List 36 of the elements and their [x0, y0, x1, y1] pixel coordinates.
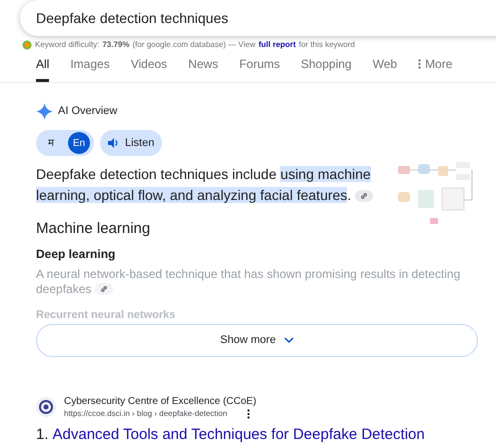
overview-title: AI Overview [58, 104, 118, 120]
show-more-button[interactable]: Show more [36, 324, 478, 356]
badge-icon [22, 40, 32, 50]
sparkle-icon [36, 103, 53, 120]
keyword-note: (for google.com database) — View [132, 39, 256, 51]
search-tab[interactable]: Shopping [300, 51, 352, 82]
site-name: Cybersecurity Centre of Excellence (CCoE) [64, 394, 256, 408]
more-options-icon[interactable] [247, 408, 250, 418]
search-tab[interactable]: Web [372, 51, 398, 82]
keyword-suffix: for this keyword [298, 39, 355, 51]
full-report-link[interactable]: full report [258, 39, 296, 51]
language-button[interactable]: En [68, 132, 90, 154]
chevron-down-icon [284, 337, 294, 343]
section-heading: Machine learning [36, 219, 152, 239]
search-tab[interactable]: Videos [130, 51, 168, 82]
speaker-icon [108, 138, 119, 148]
keyword-value: 73.79% [102, 39, 130, 51]
search-tab[interactable]: Images [70, 51, 110, 82]
result-title-link[interactable]: Advanced Tools and Techniques for Deepfake Detection [52, 424, 425, 446]
link-icon [100, 285, 108, 294]
listen-button[interactable]: Listen [100, 130, 162, 156]
faded-title: Recurrent neural networks [36, 308, 176, 322]
result-number: 1. [36, 424, 49, 444]
item-text: A neural network-based technique that has shown promising results in detecting deepfakes [36, 266, 462, 296]
site-logo-icon [36, 397, 56, 417]
search-tab[interactable]: News [188, 51, 218, 82]
keyword-label: Keyword difficulty: [35, 39, 100, 51]
search-tab[interactable]: All [36, 51, 50, 82]
item-title: Deep learning [36, 246, 116, 262]
language-button[interactable]: म [40, 132, 62, 154]
more-icon [418, 59, 422, 69]
search-tab[interactable]: More [418, 51, 452, 82]
site-url: https://ccoe.dsci.in › blog › deepfake-detection [64, 408, 228, 420]
link-icon [360, 192, 368, 200]
search-tab[interactable]: Forums [239, 51, 280, 82]
search-field[interactable]: Deepfake detection techniques [20, 0, 496, 36]
